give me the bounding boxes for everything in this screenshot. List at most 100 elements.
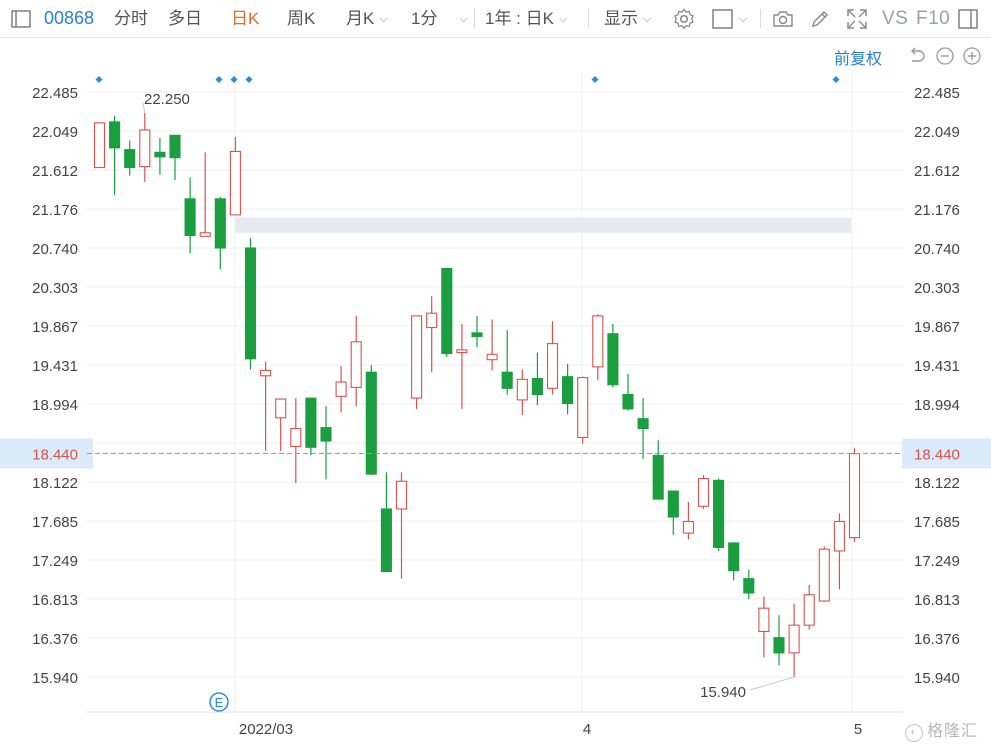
toolbar-divider	[474, 9, 475, 28]
candle-body	[848, 452, 861, 539]
fullscreen-icon[interactable]	[845, 7, 869, 31]
candle	[184, 177, 196, 254]
chevron-down-icon: ⌵	[459, 13, 468, 25]
event-marker-diamond	[832, 76, 840, 83]
y-axis-right: 22.485 22.049 21.612 21.176 20.740 20.303 19.8…	[914, 85, 960, 687]
candle	[365, 365, 377, 475]
chevron-down-icon: ⌵	[379, 13, 388, 25]
tab-multi-day[interactable]: 多日	[168, 0, 202, 37]
minute-label: 1分	[411, 9, 438, 28]
candle	[562, 364, 574, 415]
y-tick-label: 19.431	[914, 358, 960, 375]
price-gap-band	[235, 217, 851, 233]
settings-icon[interactable]	[672, 7, 696, 31]
y-tick-label: 15.940	[914, 670, 960, 687]
candle-body	[592, 315, 604, 368]
monthly-k-dropdown[interactable]: 月K ⌵	[346, 0, 388, 37]
candlestick-series	[93, 113, 861, 677]
y-tick-label: 17.249	[32, 553, 78, 570]
candle	[743, 569, 755, 600]
candle-body	[199, 232, 211, 237]
candle	[728, 542, 740, 581]
panel-icon[interactable]	[956, 7, 980, 31]
candle-body	[109, 121, 121, 149]
current-price-label-right: 18.440	[914, 447, 960, 464]
candle-body	[426, 312, 438, 329]
candle-body	[305, 397, 317, 448]
watermark-text: 格隆汇	[927, 723, 979, 740]
candle-body	[365, 371, 377, 475]
compare-vs-button[interactable]: VS	[882, 0, 908, 37]
display-dropdown[interactable]: 显示 ⌵	[604, 0, 651, 37]
tab-weekly-k[interactable]: 周K	[287, 0, 315, 37]
candle	[411, 315, 423, 409]
candle	[713, 478, 725, 551]
candle-body	[411, 315, 423, 399]
candle	[531, 352, 543, 406]
candle-body	[516, 378, 528, 401]
candle	[290, 398, 302, 484]
y-tick-label: 20.303	[914, 280, 960, 297]
candle	[380, 472, 392, 573]
y-tick-label: 18.994	[914, 397, 960, 414]
candle-body	[607, 333, 619, 386]
candle-body	[818, 548, 830, 602]
event-marker-diamond	[95, 76, 103, 83]
display-label: 显示	[604, 9, 638, 28]
frame-toggle-icon[interactable]	[711, 7, 735, 31]
candle-body	[562, 376, 574, 405]
candle-body	[214, 198, 226, 249]
candle-body	[486, 353, 498, 361]
y-axis-left: 22.485 22.049 21.612 21.176 20.740 20.303 19.8…	[32, 85, 78, 687]
candle	[260, 361, 272, 451]
minute-dropdown[interactable]: 1分 ⌵	[411, 0, 468, 37]
candle-body	[788, 624, 800, 654]
earnings-marker-label: E	[215, 695, 224, 710]
candle-body	[229, 150, 241, 216]
stock-code[interactable]: 00868	[44, 0, 94, 37]
y-tick-label: 16.376	[914, 631, 960, 648]
candle	[667, 490, 679, 535]
candle-body	[471, 332, 483, 338]
brand-logo-icon: ◐	[905, 724, 923, 742]
candle-body	[154, 151, 166, 158]
candle-body	[139, 129, 151, 168]
current-price-label-left: 18.440	[32, 447, 78, 464]
candle-body	[622, 394, 634, 410]
monthly-k-label: 月K	[346, 9, 375, 28]
candle	[199, 152, 211, 237]
tab-intraday[interactable]: 分时	[114, 0, 148, 37]
candle-body	[682, 520, 694, 534]
y-tick-label: 16.813	[32, 592, 78, 609]
tab-daily-k[interactable]: 日K	[231, 0, 259, 37]
high-annotation-label: 22.250	[144, 91, 190, 108]
candle	[577, 376, 589, 444]
sidebar-toggle-icon[interactable]	[9, 7, 33, 31]
chart-toolbar: 00868 分时 多日 日K 周K 月K ⌵ 1分 ⌵ 1年 : 日K ⌵ 显示 ⌵ ⌵…	[0, 0, 991, 38]
f10-button[interactable]: F10	[916, 0, 950, 37]
candle	[833, 513, 845, 590]
candle	[214, 197, 226, 270]
y-tick-label: 17.685	[914, 514, 960, 531]
candle	[441, 267, 453, 358]
y-tick-label: 16.376	[32, 631, 78, 648]
candle	[486, 319, 498, 371]
y-tick-label: 22.485	[914, 85, 960, 102]
y-tick-label: 22.049	[32, 124, 78, 141]
candle	[637, 398, 649, 459]
range-label: 1年 : 日K	[485, 9, 554, 28]
event-marker-diamond	[215, 76, 223, 83]
y-tick-label: 21.176	[914, 202, 960, 219]
candle-body	[531, 377, 543, 396]
y-tick-label: 22.049	[914, 124, 960, 141]
x-axis: 2022/03 4 5	[239, 721, 862, 738]
frame-dropdown[interactable]: ⌵	[734, 0, 747, 37]
camera-icon[interactable]	[771, 7, 795, 31]
event-marker-diamond	[591, 76, 599, 83]
candle	[395, 472, 408, 579]
candle	[154, 138, 166, 175]
pen-icon[interactable]	[808, 7, 832, 31]
candle-body	[803, 594, 815, 626]
range-dropdown[interactable]: 1年 : 日K ⌵	[485, 0, 567, 37]
candlestick-chart[interactable]: E 22.485 22.049 21.612 21.176 20.740 20.303 19…	[0, 37, 991, 745]
